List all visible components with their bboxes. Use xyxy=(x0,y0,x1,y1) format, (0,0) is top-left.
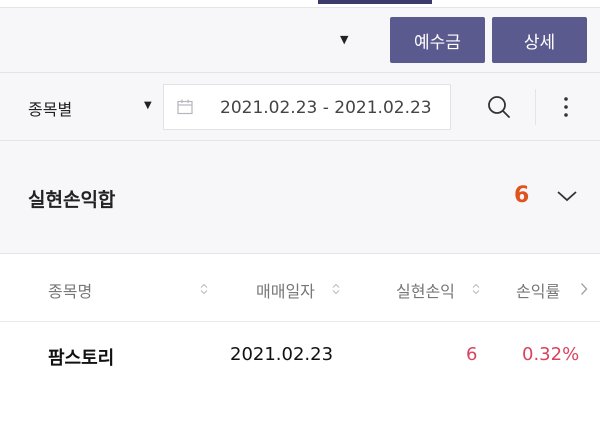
table-header: 종목명 매매일자 실현손익 손익률 xyxy=(0,254,600,322)
sort-icon[interactable] xyxy=(332,283,340,295)
chevron-down-icon[interactable] xyxy=(556,189,578,203)
column-header-name[interactable]: 종목명 xyxy=(48,278,92,302)
cell-trade-date: 2021.02.23 xyxy=(230,344,334,365)
column-header-rate[interactable]: 손익률 xyxy=(516,278,560,302)
summary-label: 실현손익합 xyxy=(28,189,116,211)
filter-select[interactable]: 종목별 xyxy=(28,96,72,120)
detail-button[interactable]: 상세 xyxy=(492,17,587,63)
chevron-right-icon[interactable] xyxy=(580,282,588,296)
search-icon[interactable] xyxy=(486,94,512,120)
summary-value: 6 xyxy=(514,183,530,208)
filter-caret-icon[interactable]: ▼ xyxy=(144,100,152,111)
deposit-button[interactable]: 예수금 xyxy=(390,17,485,63)
calendar-icon xyxy=(177,99,193,115)
sort-icon[interactable] xyxy=(472,283,480,295)
date-range-field[interactable]: 2021.02.23 - 2021.02.23 xyxy=(163,84,451,130)
realized-pl-summary[interactable]: 실현손익합 6 xyxy=(0,141,600,254)
sort-icon[interactable] xyxy=(200,283,208,295)
column-header-date[interactable]: 매매일자 xyxy=(256,278,315,302)
cell-return-rate: 0.32% xyxy=(522,344,580,365)
date-range-text: 2021.02.23 - 2021.02.23 xyxy=(220,98,432,118)
toolbar-divider xyxy=(535,89,536,125)
account-toolbar: ▼ 예수금 상세 xyxy=(0,7,600,73)
active-tab-indicator xyxy=(318,0,432,4)
filter-bar: 종목별 ▼ 2021.02.23 - 2021.02.23 xyxy=(0,73,600,141)
more-vertical-icon[interactable] xyxy=(561,95,571,119)
column-header-realized-pl[interactable]: 실현손익 xyxy=(396,278,455,302)
account-dropdown-caret-icon[interactable]: ▼ xyxy=(340,33,348,46)
cell-stock-name: 팜스토리 xyxy=(48,348,115,369)
cell-realized-pl: 6 xyxy=(466,344,478,365)
table-row[interactable]: 팜스토리 2021.02.23 6 0.32% xyxy=(0,322,600,388)
